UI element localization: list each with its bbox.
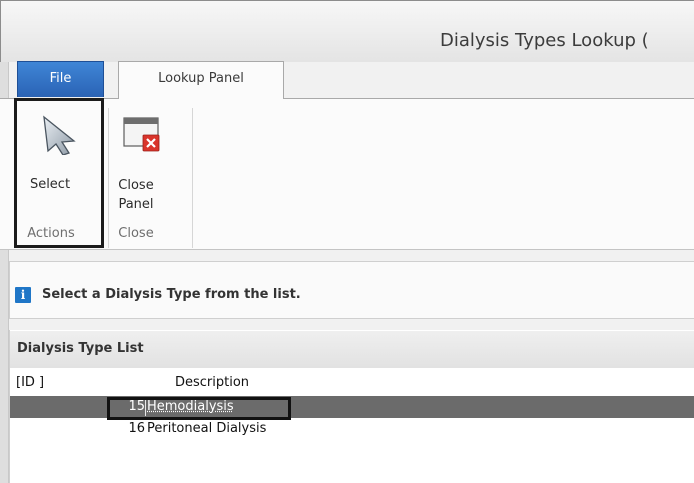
table-row[interactable]: [10, 418, 694, 440]
close-panel-label-line1: Close: [118, 178, 154, 193]
close-group-label: Close: [118, 226, 154, 241]
tab-file[interactable]: File: [17, 61, 104, 97]
info-message: Select a Dialysis Type from the list.: [42, 287, 301, 302]
highlight-frame-select: [14, 98, 104, 248]
window-title: Dialysis Types Lookup (: [440, 30, 649, 51]
close-panel-button[interactable]: Close Panel: [113, 108, 183, 218]
group-separator: [192, 108, 193, 248]
table-cell-description[interactable]: Peritoneal Dialysis: [147, 420, 266, 438]
tab-lookup-panel[interactable]: Lookup Panel: [118, 61, 284, 99]
close-window-icon: [123, 117, 160, 152]
group-separator: [108, 108, 109, 248]
highlight-frame-row: [107, 397, 291, 420]
info-icon: i: [15, 287, 31, 303]
column-header-id[interactable]: [ID ]: [16, 375, 44, 390]
list-title: Dialysis Type List: [17, 341, 144, 356]
table-cell-id[interactable]: 16: [119, 420, 145, 438]
ribbon: [0, 98, 694, 250]
column-header-description[interactable]: Description: [175, 375, 249, 390]
close-panel-label-line2: Panel: [118, 197, 154, 212]
